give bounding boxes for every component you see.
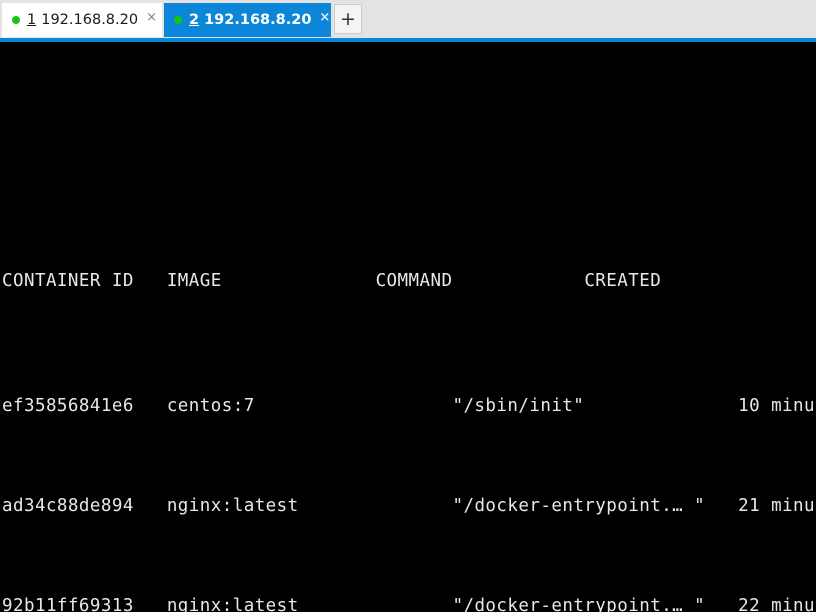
new-tab-button[interactable]: + [334,4,362,34]
ps-row-command: "/docker-entrypoint.… " [452,596,706,612]
terminal-tab-1[interactable]: 1 192.168.8.20 × [2,3,162,37]
terminal-line-command-docker-ps: [root@docker ~]#docker ps -a [2,144,816,169]
terminal-line-ps-header: CONTAINER ID IMAGE COMMAND CREATED [2,269,816,294]
ps-header-gap-1 [134,271,167,291]
terminal-line-ps-row: ef35856841e6 centos:7 "/sbin/init" 10 mi… [2,394,816,419]
ps-col-created: CREATED [584,271,662,291]
terminal-tab-2[interactable]: 2 192.168.8.20 × [164,3,331,37]
tab-close-icon-2[interactable]: × [311,11,333,30]
ps-row-id: ef35856841e6 [2,396,134,416]
tab-status-dot-icon [12,16,20,24]
ps-row-command: "/docker-entrypoint.… " [452,496,706,516]
tab-index-2: 2 [189,12,200,28]
ps-header-gap-3 [452,271,584,291]
tab-close-icon-1[interactable]: × [138,11,160,30]
tab-status-dot-icon [174,16,182,24]
ps-col-command: COMMAND [375,271,453,291]
ps-row-created: 10 minut [738,396,816,416]
ps-col-image: IMAGE [166,271,222,291]
ps-row-created: 21 minu [738,496,816,516]
ps-row-image: centos:7 [166,396,255,416]
tab-bar: 1 192.168.8.20 × 2 192.168.8.20 × + [0,0,816,38]
ps-row-created: 22 minu [738,596,816,612]
ps-row-id: 92b11ff69313 [2,596,134,612]
ps-row-image: nginx:latest [166,496,299,516]
tab-title-1: 192.168.8.20 [41,12,139,28]
ps-row-image: nginx:latest [166,596,299,612]
ps-header-gap-2 [222,271,376,291]
tab-index-1: 1 [27,12,37,28]
ps-row-command: "/sbin/init" [452,396,585,416]
tab-title-2: 192.168.8.20 [204,12,312,28]
terminal-output-area[interactable]: [root@docker ~]#docker ps -a CONTAINER I… [0,42,816,612]
terminal-line-ps-row: 92b11ff69313 nginx:latest "/docker-entry… [2,594,816,612]
terminal-line-ps-row: ad34c88de894 nginx:latest "/docker-entry… [2,494,816,519]
ps-col-container-id: CONTAINER ID [2,271,134,291]
ps-row-id: ad34c88de894 [2,496,134,516]
